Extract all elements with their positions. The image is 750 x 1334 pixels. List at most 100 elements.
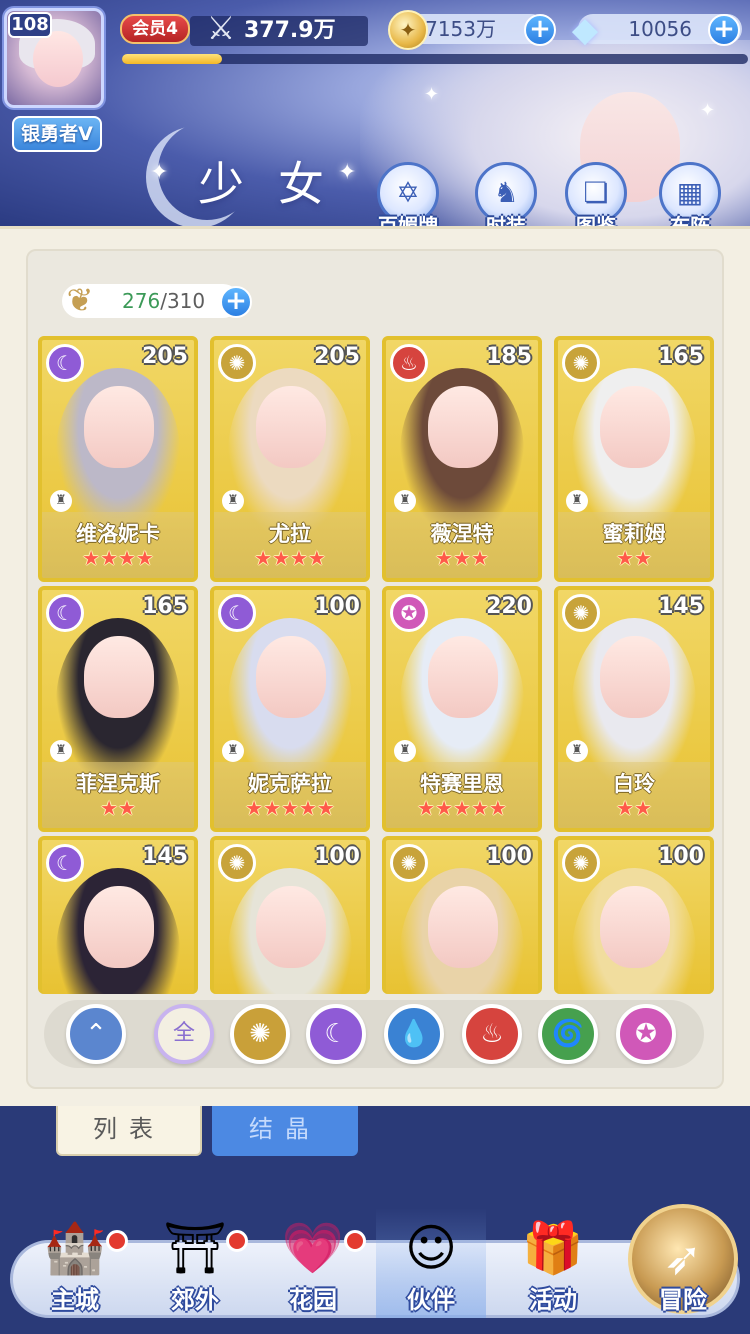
- roster-max: 310: [166, 289, 206, 313]
- sun-element-icon: ✺: [562, 844, 600, 882]
- card-portrait-face: [428, 386, 498, 468]
- nav-adventure-button[interactable]: ➶: [628, 1204, 738, 1314]
- card-level: 185: [486, 344, 532, 369]
- nav-label: 活动: [529, 1286, 577, 1314]
- exp-bar: [122, 54, 748, 64]
- card-portrait-face: [84, 636, 154, 718]
- hero-card[interactable]: ✺ 165 ♜ 蜜莉姆 ★★: [554, 336, 714, 582]
- role-icon: ♜: [222, 740, 244, 762]
- roster-count: 276/310: [122, 289, 206, 313]
- tab-list[interactable]: 列表: [56, 1106, 202, 1156]
- card-stars: ★★★★★: [245, 796, 335, 820]
- card-level: 145: [658, 594, 704, 619]
- role-icon: ♜: [566, 490, 588, 512]
- roster-current: 276: [122, 289, 161, 313]
- card-level: 100: [658, 844, 704, 869]
- castle-icon: 🏰: [43, 1219, 107, 1277]
- role-icon: ♜: [50, 490, 72, 512]
- gem-icon: ◆: [571, 10, 599, 50]
- expand-roster-button[interactable]: +: [220, 286, 252, 318]
- star-element-icon: ✪: [390, 594, 428, 632]
- sun-element-icon: ✺: [218, 344, 256, 382]
- notification-dot: [344, 1230, 366, 1252]
- water-icon: 💧: [397, 1019, 431, 1049]
- filter-star-orb-button[interactable]: ✪: [616, 1004, 676, 1064]
- notification-dot: [106, 1230, 128, 1252]
- card-level: 165: [658, 344, 704, 369]
- fire-element-icon: ♨: [390, 344, 428, 382]
- element-filter-bar: [44, 1000, 704, 1068]
- hero-card[interactable]: ☾ 165 ♜ 菲涅克斯 ★★: [38, 586, 198, 832]
- sun-element-icon: ✺: [562, 344, 600, 382]
- nav-label: 郊外: [171, 1286, 219, 1314]
- nav-item-3[interactable]: ☺ 伙伴: [376, 1208, 486, 1318]
- sparkle-icon: ✦: [424, 84, 440, 105]
- card-portrait-face: [600, 886, 670, 968]
- moon-icon: ☾: [324, 1019, 348, 1049]
- sun-element-icon: ✺: [390, 844, 428, 882]
- sun-element-icon: ✺: [562, 594, 600, 632]
- card-name: 尤拉: [269, 522, 311, 546]
- notification-dot: [226, 1230, 248, 1252]
- hero-card[interactable]: ☾ 205 ♜ 维洛妮卡 ★★★★: [38, 336, 198, 582]
- hero-card[interactable]: ☾ 145: [38, 836, 198, 994]
- filter-moon-button[interactable]: ☾: [306, 1004, 366, 1064]
- card-stars: ★★★★★: [417, 796, 507, 820]
- star-orb-icon: ✪: [635, 1019, 657, 1049]
- card-name: 白玲: [613, 772, 655, 796]
- nav-item-4[interactable]: 🎁 活动: [498, 1208, 608, 1318]
- card-portrait-face: [428, 636, 498, 718]
- card-level: 100: [314, 844, 360, 869]
- nav-item-1[interactable]: ⛩ 郊外: [140, 1208, 250, 1318]
- tornado-icon: 🌀: [551, 1019, 585, 1049]
- filter-tornado-button[interactable]: 🌀: [538, 1004, 598, 1064]
- role-icon: ♜: [566, 740, 588, 762]
- nav-item-2[interactable]: 💗 花园: [258, 1208, 368, 1318]
- filter-water-button[interactable]: 💧: [384, 1004, 444, 1064]
- add-gem-button[interactable]: +: [708, 14, 740, 46]
- sun-icon: ✺: [249, 1019, 271, 1049]
- moon-element-icon: ☾: [46, 844, 84, 882]
- card-name: 特赛里恩: [420, 772, 504, 796]
- hero-card[interactable]: ✺ 100: [210, 836, 370, 994]
- vip-badge[interactable]: 会员4: [120, 14, 190, 44]
- fire-icon: ♨: [480, 1019, 504, 1049]
- hero-card[interactable]: ♨ 185 ♜ 薇涅特 ★★★: [382, 336, 542, 582]
- card-stars: ★★★★: [82, 546, 154, 570]
- sword-icon: ⚔: [206, 9, 236, 47]
- card-level: 205: [314, 344, 360, 369]
- filter-fire-button[interactable]: ♨: [462, 1004, 522, 1064]
- power-value: 377.9万: [244, 18, 336, 43]
- card-portrait-face: [256, 386, 326, 468]
- moon-element-icon: ☾: [46, 594, 84, 632]
- add-gold-button[interactable]: +: [524, 14, 556, 46]
- card-portrait-face: [84, 386, 154, 468]
- nav-item-0[interactable]: 🏰 主城: [20, 1208, 130, 1318]
- role-icon: ♜: [394, 490, 416, 512]
- card-level: 165: [142, 594, 188, 619]
- card-portrait-face: [428, 886, 498, 968]
- hero-card[interactable]: ☾ 100 ♜ 妮克萨拉 ★★★★★: [210, 586, 370, 832]
- hero-card[interactable]: ✺ 205 ♜ 尤拉 ★★★★: [210, 336, 370, 582]
- card-name: 菲涅克斯: [76, 772, 160, 796]
- hero-card[interactable]: ✺ 100: [554, 836, 714, 994]
- player-title-tag[interactable]: 银勇者V: [12, 116, 102, 152]
- player-level-badge: 108: [8, 12, 52, 38]
- partner-icon: ☺: [404, 1219, 458, 1277]
- card-level: 205: [142, 344, 188, 369]
- tab-crystal[interactable]: 结晶: [212, 1106, 358, 1156]
- filter-all-button[interactable]: 全: [154, 1004, 214, 1064]
- hero-card[interactable]: ✺ 100: [382, 836, 542, 994]
- card-portrait-face: [256, 886, 326, 968]
- sun-element-icon: ✺: [218, 844, 256, 882]
- hero-card[interactable]: ✪ 220 ♜ 特赛里恩 ★★★★★: [382, 586, 542, 832]
- exp-bar-fill: [122, 54, 223, 64]
- hero-card[interactable]: ✺ 145 ♜ 白玲 ★★: [554, 586, 714, 832]
- card-stars: ★★: [616, 546, 652, 570]
- card-level: 145: [142, 844, 188, 869]
- card-portrait-face: [600, 636, 670, 718]
- card-level: 100: [314, 594, 360, 619]
- filter-wind-arrow-button[interactable]: ⌃: [66, 1004, 126, 1064]
- filter-sun-button[interactable]: ✺: [230, 1004, 290, 1064]
- card-name: 维洛妮卡: [76, 522, 160, 546]
